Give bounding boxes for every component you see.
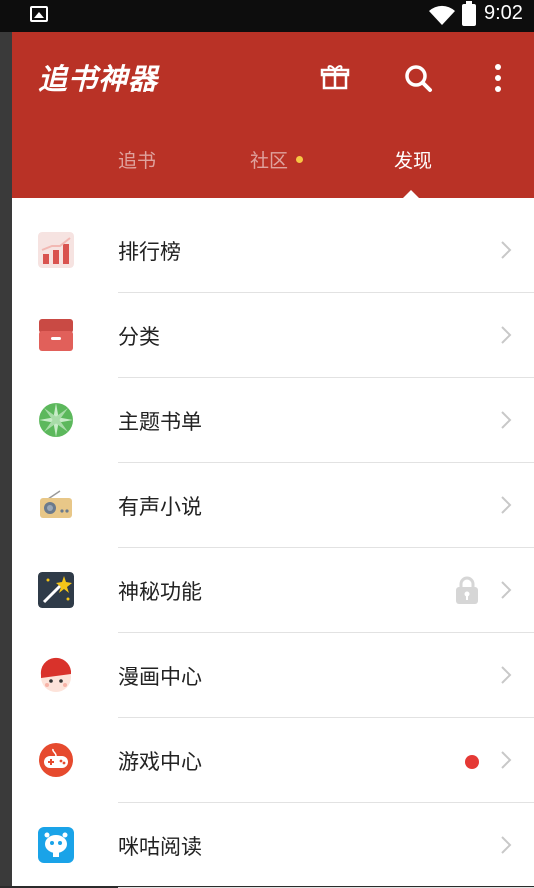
- category-box-icon: [39, 319, 73, 351]
- lock-icon: [456, 576, 478, 604]
- discover-menu-list: 排行榜 分类 主题书单 有声小说 神秘功能 漫画中心 游戏中心 咪咕阅读: [12, 198, 534, 888]
- magic-wand-icon: [38, 572, 74, 608]
- chevron-right-icon: [501, 326, 512, 344]
- list-item-label: 有声小说: [118, 495, 202, 519]
- tab-faxian[interactable]: 发现: [394, 146, 432, 173]
- status-bar: 9:02: [0, 0, 534, 32]
- gift-icon[interactable]: [315, 58, 355, 98]
- chevron-right-icon: [501, 666, 512, 684]
- background-app-edge: [0, 0, 12, 886]
- active-tab-indicator: [403, 190, 419, 198]
- gamepad-icon: [39, 743, 73, 777]
- search-icon[interactable]: [398, 58, 438, 98]
- tab-shequ[interactable]: 社区: [250, 146, 288, 173]
- chevron-right-icon: [501, 241, 512, 259]
- chevron-right-icon: [501, 836, 512, 854]
- list-item-category[interactable]: 分类: [39, 293, 534, 378]
- app-window: 追书神器 追书 社区 发现 排行榜 分类 主题书单 有声小说 神秘功能 漫画中心…: [12, 32, 534, 888]
- tab-bar: 追书 社区 发现: [12, 132, 534, 198]
- chevron-right-icon: [501, 751, 512, 769]
- battery-icon: [462, 1, 476, 26]
- list-item-mystery-feature[interactable]: 神秘功能: [38, 548, 534, 633]
- list-item-label: 主题书单: [118, 410, 202, 434]
- tab-zhuishu[interactable]: 追书: [118, 146, 156, 173]
- app-header: 追书神器 追书 社区 发现: [12, 32, 534, 198]
- community-badge-dot: [296, 156, 303, 163]
- list-item-label: 游戏中心: [118, 750, 202, 774]
- notification-red-dot: [465, 755, 479, 769]
- list-item-label: 排行榜: [118, 240, 181, 264]
- list-item-audio-novel[interactable]: 有声小说: [40, 463, 534, 548]
- image-notification-icon: [30, 6, 48, 22]
- list-item-label: 漫画中心: [118, 665, 202, 689]
- comic-face-icon: [40, 657, 71, 692]
- migu-reading-icon: [38, 827, 74, 863]
- radio-icon: [40, 490, 72, 518]
- more-options-icon[interactable]: [478, 58, 518, 98]
- wifi-icon: [429, 5, 455, 26]
- chevron-right-icon: [501, 411, 512, 429]
- status-time: 9:02: [484, 2, 523, 24]
- app-logo: 追书神器: [38, 62, 159, 96]
- chevron-right-icon: [501, 496, 512, 514]
- list-item-label: 神秘功能: [118, 580, 202, 604]
- list-item-migu-reading[interactable]: 咪咕阅读: [38, 803, 534, 888]
- list-item-comic-center[interactable]: 漫画中心: [40, 633, 534, 718]
- chevron-right-icon: [501, 581, 512, 599]
- list-item-theme-booklist[interactable]: 主题书单: [39, 378, 534, 463]
- list-item-label: 分类: [118, 325, 160, 349]
- theme-booklist-icon: [39, 403, 73, 437]
- list-item-label: 咪咕阅读: [118, 835, 202, 859]
- list-item-game-center[interactable]: 游戏中心: [39, 718, 534, 803]
- ranking-chart-icon: [38, 232, 74, 268]
- list-item-ranking[interactable]: 排行榜: [38, 208, 534, 293]
